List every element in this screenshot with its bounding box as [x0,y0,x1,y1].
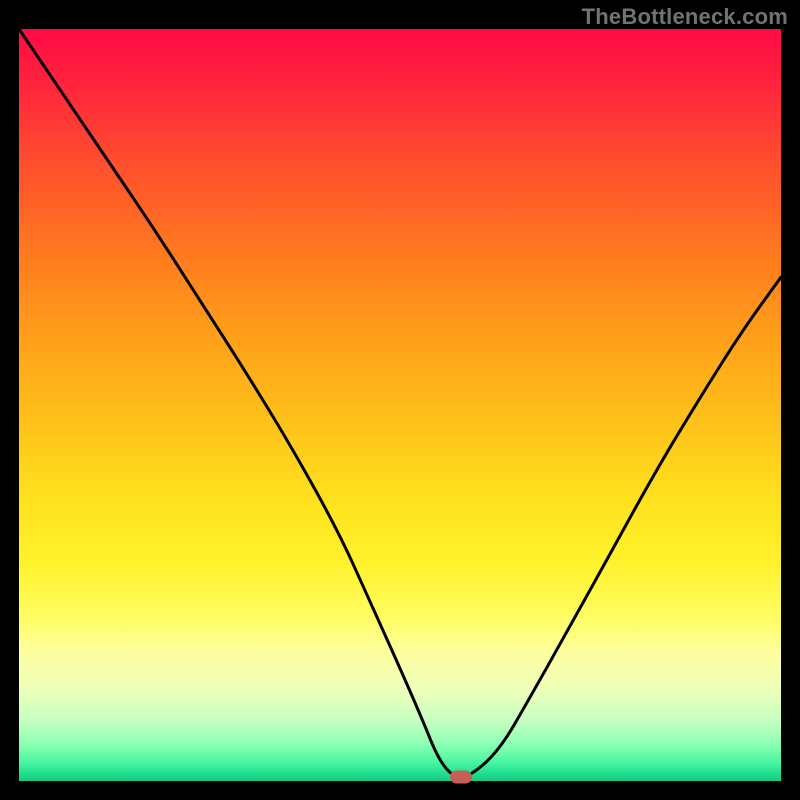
bottleneck-curve [19,29,781,777]
curve-svg [19,29,781,781]
optimum-marker [450,771,472,784]
chart-frame: TheBottleneck.com [0,0,800,800]
plot-area [19,29,781,781]
watermark-text: TheBottleneck.com [582,4,788,30]
